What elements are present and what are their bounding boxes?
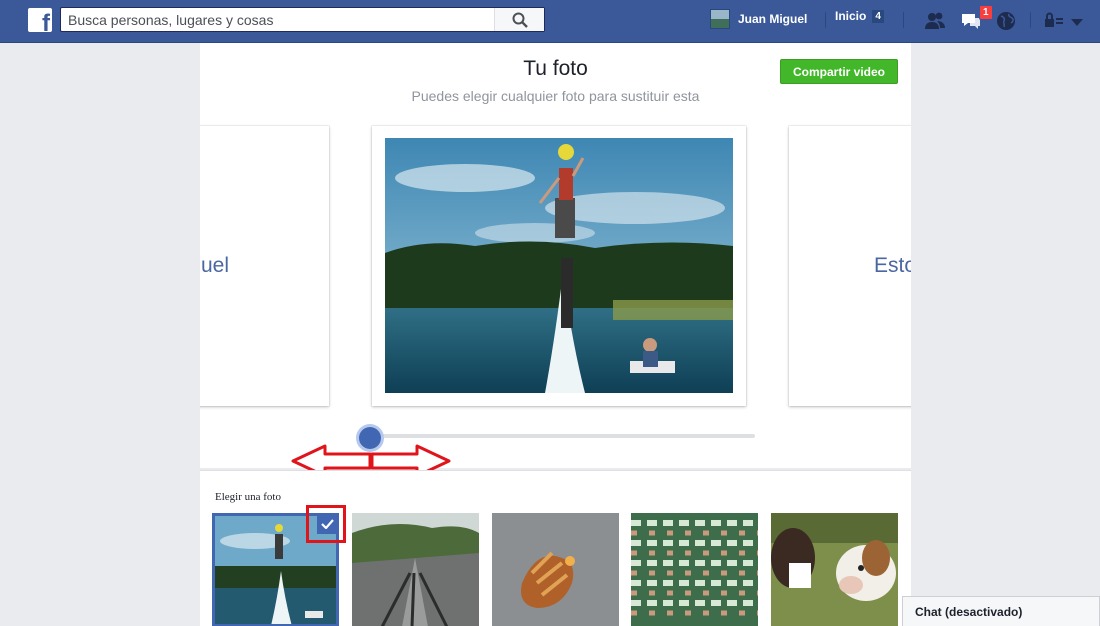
search-icon — [512, 12, 528, 28]
dropdown-caret-icon[interactable] — [1070, 10, 1084, 32]
carousel-card-next[interactable]: Esto — [789, 126, 911, 406]
chat-bar[interactable]: Chat (desactivado) — [902, 596, 1100, 626]
profile-link[interactable]: Juan Miguel — [710, 9, 807, 29]
messages-badge: 1 — [979, 5, 993, 20]
home-link[interactable]: Inicio 4 — [835, 9, 884, 23]
photo-thumbnail[interactable] — [352, 513, 479, 626]
selected-photo — [385, 138, 733, 393]
photo-thumbnail[interactable] — [771, 513, 898, 626]
search-button[interactable] — [494, 8, 544, 31]
page-subtitle: Puedes elegir cualquier foto para sustit… — [411, 88, 700, 104]
nav-divider — [825, 12, 826, 28]
video-cover-panel: uel Esto Tu foto Puedes elegir cualquier… — [200, 43, 911, 468]
avatar — [710, 9, 730, 29]
prev-card-text: uel — [200, 254, 229, 277]
facebook-logo-icon[interactable]: f — [28, 8, 52, 32]
top-navigation-bar: f Juan Miguel Inicio 4 1 — [0, 0, 1100, 43]
chat-label: Chat (desactivado) — [915, 605, 1023, 619]
photo-thumbnail[interactable] — [492, 513, 619, 626]
carousel-card-prev[interactable]: uel — [200, 126, 329, 406]
share-video-button[interactable]: Compartir video — [780, 59, 898, 84]
globe-icon[interactable] — [995, 10, 1017, 32]
home-count-badge: 4 — [872, 9, 884, 23]
choose-photo-label: Elegir una foto — [215, 491, 281, 503]
home-label: Inicio — [835, 9, 867, 23]
search-input[interactable] — [61, 8, 491, 31]
privacy-lock-icon[interactable] — [1043, 10, 1065, 32]
user-name: Juan Miguel — [738, 12, 808, 26]
frame-slider-track[interactable] — [360, 434, 755, 438]
highlight-box-annotation — [306, 505, 346, 543]
photo-thumbnail[interactable] — [631, 513, 758, 626]
carousel-card-current — [372, 126, 746, 406]
friends-icon[interactable] — [924, 10, 946, 32]
next-card-text: Esto — [874, 254, 911, 277]
search-box — [60, 7, 545, 32]
photo-chooser: Elegir una foto — [200, 470, 911, 626]
nav-divider — [1030, 12, 1031, 28]
nav-divider — [903, 12, 904, 28]
